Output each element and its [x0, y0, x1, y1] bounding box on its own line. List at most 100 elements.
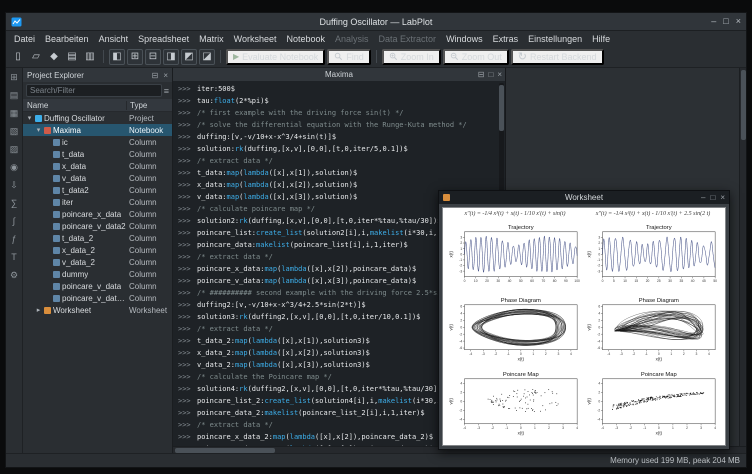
- filter-options-icon[interactable]: ≡: [164, 86, 169, 96]
- menu-ansicht[interactable]: Ansicht: [94, 33, 134, 45]
- notebook-code-line[interactable]: >>>tau:float(2*%pi)$: [173, 95, 505, 107]
- menu-analysis[interactable]: Analysis: [330, 33, 374, 45]
- notebook-code-line[interactable]: >>>iter:500$: [173, 83, 505, 95]
- tree-item-t-data[interactable]: t_dataColumn: [23, 148, 172, 160]
- tree-item-v-data-2[interactable]: v_data_2Column: [23, 256, 172, 268]
- scrollbar-handle[interactable]: [499, 85, 504, 131]
- column-header-type[interactable]: Type: [126, 101, 172, 110]
- function-icon[interactable]: ƒ: [11, 235, 16, 244]
- float-panel-icon[interactable]: ⊟: [152, 71, 159, 80]
- maximize-button[interactable]: □: [723, 17, 728, 26]
- menu-notebook[interactable]: Notebook: [281, 33, 330, 45]
- tree-item-type: Column: [126, 138, 172, 147]
- text-label-icon[interactable]: T: [11, 253, 17, 262]
- tree-item-duffing-oscillator[interactable]: ▾Duffing OscillatorProject: [23, 112, 172, 124]
- notebook-maximize-icon[interactable]: □: [488, 70, 493, 79]
- tree-item-maxima[interactable]: ▾MaximaNotebook: [23, 124, 172, 136]
- plot-traj1-trajectory[interactable]: Trajectory0102030405060708090100-3-2-101…: [448, 223, 582, 295]
- scrollbar-handle[interactable]: [741, 70, 746, 140]
- plot-poin1-poincare-map[interactable]: Poincare Map-4-3-2-101234-4-2024x(t)v(t): [448, 370, 582, 442]
- spreadsheet-icon[interactable]: ▤: [10, 91, 19, 100]
- tree-item-poincare-x-data[interactable]: poincare_x_dataColumn: [23, 208, 172, 220]
- tree-item-v-data[interactable]: v_dataColumn: [23, 172, 172, 184]
- plot-poin2-poincare-map[interactable]: Poincare Map-4-3-2-101234-4-2024x(t)v(t): [586, 370, 720, 442]
- matrix-icon[interactable]: ▦: [10, 109, 19, 118]
- notebook-code-line[interactable]: >>>solution:rk(duffing,[x,v],[0,0],[t,0,…: [173, 143, 505, 155]
- notebook-window-titlebar[interactable]: Maxima ⊟ □ ×: [173, 68, 505, 81]
- plot-phase1-phase-diagram[interactable]: Phase Diagram-4-3-2-101234-6-4-20246x(t)…: [448, 296, 582, 368]
- find-button[interactable]: Find: [327, 49, 371, 65]
- collapse-arrow-icon[interactable]: ▾: [35, 126, 42, 134]
- open-project-icon[interactable]: ▱: [28, 49, 44, 65]
- zoom-out-button[interactable]: Zoom Out: [443, 49, 509, 65]
- new-notebook-icon[interactable]: ◨: [163, 49, 179, 65]
- plot-phase2-phase-diagram[interactable]: Phase Diagram-4-3-2-101234-6-4-20246x(t)…: [586, 296, 720, 368]
- tree-item-t-data-2[interactable]: t_data_2Column: [23, 232, 172, 244]
- print-preview-icon[interactable]: ▥: [82, 49, 98, 65]
- scrollbar-handle[interactable]: [175, 448, 275, 453]
- menu-hilfe[interactable]: Hilfe: [587, 33, 615, 45]
- notebook-code-line[interactable]: >>>duffing:[v,-v/10+x-x^3/4+sin(t)]$: [173, 131, 505, 143]
- worksheet-window-titlebar[interactable]: Worksheet – □ ×: [439, 191, 729, 204]
- project-explorer-header[interactable]: Project Explorer ⊟ ×: [23, 68, 172, 82]
- menu-datei[interactable]: Datei: [9, 33, 40, 45]
- menu-bearbeiten[interactable]: Bearbeiten: [40, 33, 94, 45]
- notebook-float-icon[interactable]: ⊟: [478, 70, 485, 79]
- worksheet-minimize-icon[interactable]: –: [701, 193, 705, 202]
- tree-item-t-data2[interactable]: t_data2Column: [23, 184, 172, 196]
- menu-data-extractor[interactable]: Data Extractor: [374, 33, 442, 45]
- new-project-icon[interactable]: ▯: [10, 49, 26, 65]
- minimize-button[interactable]: –: [711, 17, 716, 26]
- datapicker-icon[interactable]: ◉: [10, 163, 18, 172]
- tree-item-poincare-v-data[interactable]: poincare_v_dataColumn: [23, 280, 172, 292]
- column-header-name[interactable]: Name: [23, 101, 126, 110]
- plot-traj2-trajectory[interactable]: Trajectory05101520253035404550-3-2-10123…: [586, 223, 720, 295]
- menu-worksheet[interactable]: Worksheet: [229, 33, 282, 45]
- worksheet-maximize-icon[interactable]: □: [710, 193, 715, 202]
- tree-item-worksheet[interactable]: ▸WorksheetWorksheet: [23, 304, 172, 316]
- tree-item-poincare-v-data2[interactable]: poincare_v_data2Column: [23, 220, 172, 232]
- search-input[interactable]: [26, 84, 162, 97]
- import-icon[interactable]: ⇩: [10, 181, 18, 190]
- print-icon[interactable]: ▤: [64, 49, 80, 65]
- tree-item-dummy[interactable]: dummyColumn: [23, 268, 172, 280]
- notebook-close-icon[interactable]: ×: [497, 70, 502, 79]
- menu-spreadsheet[interactable]: Spreadsheet: [133, 33, 194, 45]
- worksheet-close-icon[interactable]: ×: [720, 193, 725, 202]
- save-project-icon[interactable]: ◆: [46, 49, 62, 65]
- collapse-arrow-icon[interactable]: ▾: [26, 114, 33, 122]
- integral-icon[interactable]: ∫: [13, 217, 15, 226]
- menu-matrix[interactable]: Matrix: [194, 33, 229, 45]
- toggle-dock-left-icon[interactable]: ◩: [181, 49, 197, 65]
- tree-item-iter[interactable]: iterColumn: [23, 196, 172, 208]
- worksheet-icon[interactable]: ▧: [10, 127, 19, 136]
- menu-extras[interactable]: Extras: [488, 33, 524, 45]
- close-button[interactable]: ×: [736, 17, 741, 26]
- zoom-in-button[interactable]: Zoom In: [382, 49, 441, 65]
- menu-windows[interactable]: Windows: [441, 33, 488, 45]
- notebook-code-line[interactable]: >>>/* extract data */: [173, 155, 505, 167]
- new-matrix-icon[interactable]: ⊟: [145, 49, 161, 65]
- new-worksheet-icon[interactable]: ◧: [109, 49, 125, 65]
- sum-icon[interactable]: ∑: [11, 199, 17, 208]
- settings-icon[interactable]: ⚙: [10, 271, 18, 280]
- tree-item-ic[interactable]: icColumn: [23, 136, 172, 148]
- close-panel-icon[interactable]: ×: [163, 71, 168, 80]
- toggle-dock-right-icon[interactable]: ◪: [199, 49, 215, 65]
- evaluate-notebook-button[interactable]: ▶ Evaluate Notebook: [226, 49, 325, 65]
- tree-item-x-data-2[interactable]: x_data_2Column: [23, 244, 172, 256]
- worksheet-page[interactable]: x''(t) = -1/4 x³(t) + x(t) - 1/10 x'(t) …: [442, 207, 726, 446]
- notebook-code-line[interactable]: >>>/* first example with the driving for…: [173, 107, 505, 119]
- add-folder-icon[interactable]: ⊞: [10, 73, 18, 82]
- notebook-code-line[interactable]: >>>/* solve the differential equation wi…: [173, 119, 505, 131]
- expand-arrow-icon[interactable]: ▸: [35, 306, 42, 314]
- notebook-icon[interactable]: ▨: [10, 145, 19, 154]
- tree-item-x-data[interactable]: x_dataColumn: [23, 160, 172, 172]
- workspace-vertical-scrollbar[interactable]: [739, 68, 746, 446]
- tree-item-poincare-v-data-2[interactable]: poincare_v_data_2Column: [23, 292, 172, 304]
- title-bar[interactable]: Duffing Oscillator — LabPlot – □ ×: [6, 13, 746, 31]
- notebook-code-line[interactable]: >>>t_data:map(lambda([x],x[1]),solution)…: [173, 167, 505, 179]
- new-spreadsheet-icon[interactable]: ⊞: [127, 49, 143, 65]
- menu-einstellungen[interactable]: Einstellungen: [523, 33, 587, 45]
- restart-backend-button[interactable]: ↻ Restart Backend: [511, 49, 604, 65]
